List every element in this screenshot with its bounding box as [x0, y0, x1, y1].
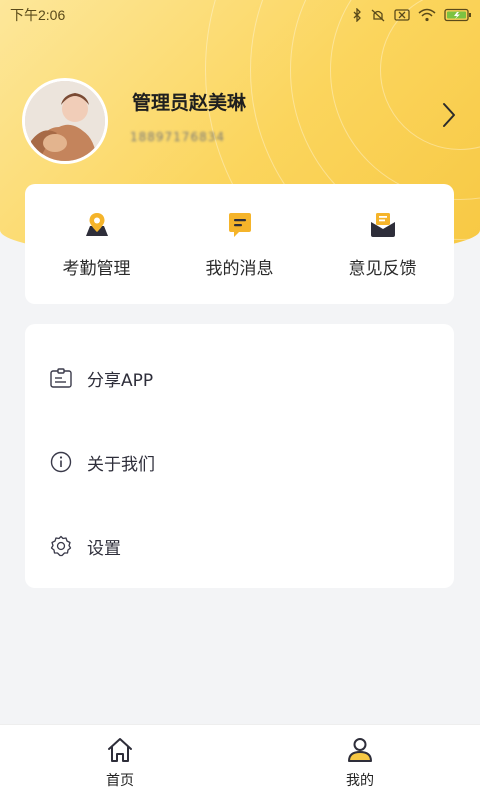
- chevron-right-icon[interactable]: [442, 102, 456, 132]
- wifi-icon: [418, 8, 436, 22]
- alarm-off-icon: [370, 8, 386, 22]
- menu-item-settings[interactable]: 设置: [25, 504, 454, 588]
- sim-off-icon: [394, 8, 410, 22]
- quick-item-attendance[interactable]: 考勤管理: [27, 210, 167, 279]
- tab-label: 我的: [346, 773, 374, 789]
- avatar[interactable]: [22, 78, 108, 164]
- share-card-icon: [49, 366, 73, 390]
- menu-card: 分享APP 关于我们 设置: [25, 324, 454, 588]
- avatar-photo: [25, 81, 105, 161]
- home-icon: [106, 737, 134, 767]
- bluetooth-icon: [352, 8, 362, 22]
- user-icon: [346, 737, 374, 767]
- location-pin-icon: [82, 210, 112, 240]
- phone-number: 18897176834: [130, 130, 225, 144]
- quick-item-feedback[interactable]: 意见反馈: [313, 210, 453, 279]
- status-time: 下午2:06: [10, 7, 66, 23]
- quick-item-label: 我的消息: [205, 258, 274, 279]
- feedback-envelope-icon: [368, 210, 398, 240]
- menu-item-about-us[interactable]: 关于我们: [25, 420, 454, 504]
- menu-item-label: 关于我们: [87, 454, 155, 475]
- gear-icon: [49, 534, 73, 558]
- battery-charging-icon: [444, 8, 472, 22]
- profile-section[interactable]: 管理员赵美琳 18897176834: [22, 78, 462, 164]
- status-bar: 下午2:06: [0, 0, 480, 30]
- tab-label: 首页: [106, 773, 134, 789]
- menu-item-label: 分享APP: [87, 370, 154, 391]
- username: 管理员赵美琳: [132, 92, 247, 114]
- menu-item-label: 设置: [87, 538, 121, 559]
- quick-actions-card: 考勤管理 我的消息 意见反馈: [25, 184, 454, 304]
- quick-item-label: 意见反馈: [348, 258, 417, 279]
- info-icon: [49, 450, 73, 474]
- quick-item-messages[interactable]: 我的消息: [170, 210, 310, 279]
- bottom-tab-bar: 首页 我的: [0, 724, 480, 800]
- tab-home[interactable]: 首页: [0, 725, 240, 800]
- menu-item-share-app[interactable]: 分享APP: [25, 336, 454, 420]
- tab-mine[interactable]: 我的: [240, 725, 480, 800]
- quick-item-label: 考勤管理: [62, 258, 131, 279]
- message-icon: [225, 210, 255, 240]
